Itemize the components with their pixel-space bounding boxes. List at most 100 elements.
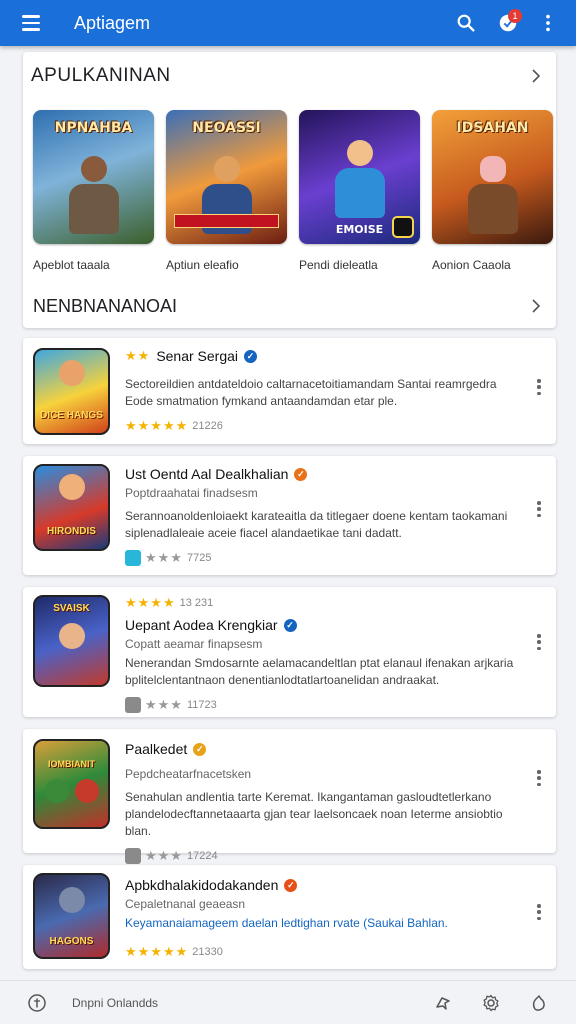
- app-icon: HIRONDIS: [33, 464, 110, 551]
- verified-icon: ✓: [294, 467, 308, 481]
- game-thumbnail: EMOISE: [299, 110, 420, 244]
- app-description: Senahulan andlentia tarte Keremat. Ikang…: [125, 790, 503, 838]
- more-vert-icon[interactable]: [532, 767, 546, 789]
- app-title-row: Uepant Aodea Krengkiar ✓: [125, 617, 522, 633]
- app-icon-art-label: HIRONDIS: [47, 526, 96, 537]
- bottom-bar: Dnpni Onlandds: [0, 980, 576, 1024]
- rating-stars: ★★: [125, 348, 151, 363]
- app-description: Sectoreildien antdateldoio caltarnacetoi…: [125, 377, 497, 408]
- thumbnail-art-label: NEOASSI: [192, 120, 261, 136]
- star-rating: ★★★★★: [125, 418, 189, 433]
- more-vert-icon[interactable]: [532, 376, 546, 398]
- app-title-row: Ust Oentd Aal Dealkhalian ✓: [125, 466, 522, 482]
- developer-icon: [125, 550, 141, 566]
- app-list-item[interactable]: SVAISK ★★★★ 13 231 Uepant Aodea Krengkia…: [23, 587, 556, 717]
- menu-icon[interactable]: [22, 8, 52, 38]
- rating-row: ★★★★★ 21330: [125, 944, 522, 960]
- rating-row: ★★★ 11723: [125, 697, 522, 713]
- app-list-item[interactable]: IOMBIANIT Paalkedet ✓ Pepdcheatarfnacets…: [23, 729, 556, 864]
- bottom-label[interactable]: Dnpni Onlandds: [72, 996, 426, 1010]
- settings-icon[interactable]: [474, 986, 508, 1020]
- featured-tile[interactable]: EMOISE Pendi dieleatla: [299, 110, 420, 272]
- star-rating: ★★★: [145, 697, 183, 712]
- more-vert-icon[interactable]: [532, 901, 546, 923]
- app-list-item[interactable]: HIRONDIS Ust Oentd Aal Dealkhalian ✓ Pop…: [23, 456, 556, 575]
- prefix-rating-text: 13 231: [179, 597, 214, 609]
- app-icon: HAGONS: [33, 873, 110, 959]
- app-icon: IOMBIANIT: [33, 739, 110, 829]
- rating-row: ★★★★★ 21226: [125, 418, 522, 434]
- app-title: Aptiagem: [74, 12, 151, 33]
- rating-row: ★★★ 7725: [125, 550, 522, 566]
- featured-tile[interactable]: IDSAHAN Aonion Caaola: [432, 110, 553, 272]
- tile-caption: Aptiun eleafio: [166, 258, 239, 272]
- app-subtitle: Pepdcheatarfnacetsken: [125, 767, 252, 781]
- app-description[interactable]: Keyamanaiamageem daelan ledtighan rvate …: [125, 915, 522, 932]
- featured-tile[interactable]: NPNAHBA Apeblot taaala: [33, 110, 154, 272]
- verified-icon: ✓: [193, 742, 207, 756]
- more-vert-icon[interactable]: [532, 631, 546, 653]
- rating-count: 21330: [192, 946, 223, 958]
- app-icon-art-label: IOMBIANIT: [48, 759, 95, 769]
- chevron-right-icon[interactable]: [526, 66, 546, 86]
- featured-tile[interactable]: NEOASSI Aptiun eleafio: [166, 110, 287, 272]
- star-rating: ★★★: [145, 550, 183, 565]
- verified-icon: ✓: [284, 878, 298, 892]
- app-icon: DICE HANGS: [33, 348, 110, 435]
- featured-title: APULKANINAN: [31, 65, 171, 86]
- rating-count: 21226: [192, 420, 223, 432]
- app-title-row: ★★ Senar Sergai ✓: [125, 348, 522, 364]
- app-list-item[interactable]: HAGONS Apbkdhalakidodakanden ✓ Cepaletna…: [23, 865, 556, 969]
- more-vert-icon[interactable]: [530, 5, 566, 41]
- verified-icon: ✓: [244, 349, 258, 363]
- search-icon[interactable]: [448, 5, 484, 41]
- developer-icon: [125, 848, 141, 864]
- app-title: Senar Sergai: [156, 348, 239, 364]
- app-icon-art-label: HAGONS: [49, 936, 94, 947]
- app-icon-art-label: SVAISK: [53, 603, 90, 614]
- rating-row: ★★★ 17224: [125, 848, 522, 864]
- prefix-rating-row: ★★★★ 13 231: [125, 595, 522, 611]
- featured-section: APULKANINAN NPNAHBA Apeblot taaala NEOAS…: [23, 52, 556, 328]
- notification-badge: 1: [508, 9, 522, 23]
- app-subtitle: Copatt aeamar finapsesm: [125, 637, 263, 651]
- rating-count: 17224: [186, 850, 218, 862]
- thumbnail-art-label: NPNAHBA: [54, 120, 133, 136]
- app-title-row: Apbkdhalakidodakanden ✓: [125, 877, 522, 893]
- app-title-row: Paalkedet ✓: [125, 741, 522, 757]
- app-subtitle: Poptdraahatai finadsesm: [125, 486, 258, 500]
- game-thumbnail: NPNAHBA: [33, 110, 154, 244]
- section2-title: NENBNANANOAI: [33, 295, 178, 316]
- app-description: Nenerandan Smdosarnte aelamacandeltlan p…: [125, 656, 514, 687]
- rating-count: 11723: [186, 699, 217, 711]
- rating-count: 7725: [186, 552, 212, 564]
- app-subtitle: Cepaletnanal geaeasn: [125, 897, 246, 911]
- app-title: Paalkedet: [125, 741, 188, 757]
- game-thumbnail: NEOASSI: [166, 110, 287, 244]
- developer-icon: [125, 697, 141, 713]
- section2-header[interactable]: NENBNANANOAI: [23, 286, 556, 326]
- game-thumbnail: IDSAHAN: [432, 110, 553, 244]
- app-title: Uepant Aodea Krengkiar: [125, 617, 278, 633]
- thumbnail-art-label: IDSAHAN: [456, 120, 529, 136]
- app-list-item[interactable]: DICE HANGS ★★ Senar Sergai ✓ Sectoreildi…: [23, 338, 556, 444]
- app-bar: Aptiagem 1: [0, 0, 576, 46]
- notifications-icon[interactable]: 1: [490, 5, 526, 41]
- share-icon[interactable]: [426, 986, 460, 1020]
- tile-caption: Aonion Caaola: [432, 258, 511, 272]
- tile-caption: Pendi dieleatla: [299, 258, 378, 272]
- app-description: Serannoanoldenloiaekt karateaitla da tit…: [125, 509, 508, 540]
- more-vert-icon[interactable]: [532, 498, 546, 520]
- favorite-icon[interactable]: [522, 986, 556, 1020]
- app-icon: SVAISK: [33, 595, 110, 687]
- star-rating: ★★★★★: [125, 944, 189, 959]
- featured-header[interactable]: APULKANINAN: [23, 52, 556, 100]
- star-rating: ★★★: [145, 848, 183, 863]
- add-circle-icon[interactable]: [20, 986, 54, 1020]
- chevron-right-icon[interactable]: [526, 296, 546, 316]
- app-title: Ust Oentd Aal Dealkhalian: [125, 466, 289, 482]
- tile-caption: Apeblot taaala: [33, 258, 110, 272]
- app-icon-art-label: DICE HANGS: [40, 410, 103, 421]
- rating-stars: ★★★★: [125, 595, 176, 610]
- verified-icon: ✓: [283, 618, 297, 632]
